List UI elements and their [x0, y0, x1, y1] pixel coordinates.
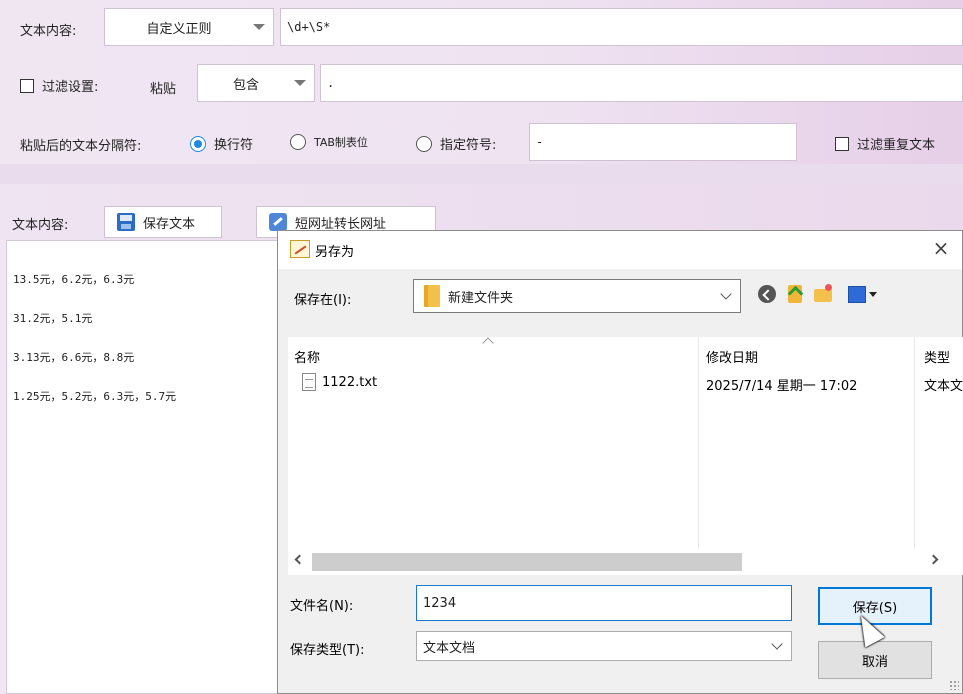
save-in-label: 保存在(I):	[294, 293, 352, 308]
filetype-value: 文本文档	[423, 640, 476, 656]
save-text-label: 保存文本	[143, 216, 196, 232]
back-icon[interactable]	[756, 283, 778, 305]
filename-value: 1234	[423, 595, 457, 611]
file-row[interactable]: 1122.txt 2025/7/14 星期一 17:02 文本文档	[288, 371, 963, 395]
dialog-title: 另存为	[315, 245, 355, 260]
file-type: 文本文档	[924, 379, 963, 394]
result-line: 3.13元，6.6元，8.8元	[13, 351, 135, 364]
text-content-label: 文本内容:	[20, 24, 77, 39]
save-text-button[interactable]: 保存文本	[104, 206, 222, 238]
contain-mode-value: 包含	[232, 77, 259, 93]
sort-ascending-icon	[482, 337, 494, 349]
radio-newline-label: 换行符	[214, 138, 254, 153]
close-icon[interactable]: ×	[930, 237, 952, 259]
separator-label: 粘贴后的文本分隔符:	[20, 139, 142, 154]
radio-custom-label: 指定符号:	[440, 138, 497, 153]
dropdown-arrow-icon	[294, 80, 306, 86]
result-line: 13.5元，6.2元，6.3元	[13, 273, 135, 286]
filter-input-value: .	[327, 76, 335, 90]
regex-mode-value: 自定义正则	[146, 21, 212, 37]
dialog-titlebar: 另存为 ×	[278, 231, 962, 269]
contain-mode-combo[interactable]: 包含	[197, 64, 315, 102]
filter-label: 过滤设置:	[42, 80, 99, 95]
radio-tab[interactable]: TAB制表位	[290, 134, 368, 150]
column-header-name[interactable]: 名称	[294, 347, 320, 366]
result-textarea[interactable]: 13.5元，6.2元，6.3元 31.2元，5.1元 3.13元，6.6元，8.…	[6, 240, 282, 694]
dedupe-label: 过滤重复文本	[857, 138, 936, 153]
column-divider	[914, 337, 915, 549]
regex-input-value: \d+\S*	[287, 20, 331, 34]
text-file-icon	[302, 373, 316, 391]
chevron-down-icon	[771, 638, 783, 650]
dropdown-arrow-icon	[253, 24, 265, 30]
up-folder-icon[interactable]	[784, 283, 806, 305]
file-modified: 2025/7/14 星期一 17:02	[706, 379, 858, 394]
custom-symbol-value: -	[536, 135, 544, 149]
link-icon	[269, 213, 287, 231]
regex-input[interactable]: \d+\S*	[280, 8, 963, 46]
chevron-down-icon	[720, 288, 732, 300]
custom-symbol-input[interactable]: -	[529, 123, 797, 161]
column-header-type[interactable]: 类型	[924, 347, 963, 366]
result-line: 1.25元，5.2元，6.3元，5.7元	[13, 390, 177, 403]
radio-custom[interactable]: 指定符号:	[416, 134, 496, 153]
view-menu-icon[interactable]	[846, 283, 880, 305]
scrollbar-thumb[interactable]	[312, 553, 742, 571]
result-text-content-label: 文本内容:	[12, 218, 69, 233]
cancel-button[interactable]: 取消	[818, 641, 932, 679]
filter-checkbox[interactable]	[20, 78, 34, 93]
filetype-label: 保存类型(T):	[290, 643, 365, 658]
column-divider	[698, 337, 699, 549]
horizontal-scrollbar[interactable]	[288, 549, 963, 575]
filter-input[interactable]: .	[320, 64, 963, 102]
save-in-value: 新建文件夹	[448, 290, 514, 306]
scroll-left-icon[interactable]	[294, 554, 305, 565]
dedupe-checkbox-row[interactable]: 过滤重复文本	[835, 134, 935, 153]
filetype-combo[interactable]: 文本文档	[416, 631, 792, 661]
radio-button-selected[interactable]	[190, 135, 206, 152]
filter-checkbox-row[interactable]: 过滤设置:	[20, 76, 98, 95]
filename-label: 文件名(N):	[290, 599, 354, 614]
column-header-modified[interactable]: 修改日期	[706, 347, 758, 366]
file-list[interactable]: 名称 修改日期 类型 1122.txt 2025/7/14 星期一 17:02 …	[288, 337, 963, 549]
regex-mode-combo[interactable]: 自定义正则	[104, 8, 274, 46]
filename-input[interactable]: 1234	[416, 585, 792, 621]
radio-newline[interactable]: 换行符	[190, 134, 253, 153]
paste-label: 粘贴	[150, 82, 177, 97]
new-folder-icon[interactable]	[812, 283, 834, 305]
result-line: 31.2元，5.1元	[13, 312, 93, 325]
radio-button[interactable]	[290, 134, 306, 150]
dedupe-checkbox[interactable]	[835, 136, 849, 151]
short-url-label: 短网址转长网址	[295, 216, 387, 232]
resize-grip-icon[interactable]	[949, 680, 959, 690]
save-icon	[117, 213, 135, 231]
save-as-icon	[290, 240, 310, 258]
save-in-combo[interactable]: 新建文件夹	[413, 279, 741, 313]
radio-tab-label: TAB制表位	[314, 136, 368, 149]
folder-icon	[424, 285, 440, 307]
file-name: 1122.txt	[322, 375, 378, 390]
radio-button[interactable]	[416, 135, 432, 152]
scroll-right-icon[interactable]	[928, 554, 939, 565]
